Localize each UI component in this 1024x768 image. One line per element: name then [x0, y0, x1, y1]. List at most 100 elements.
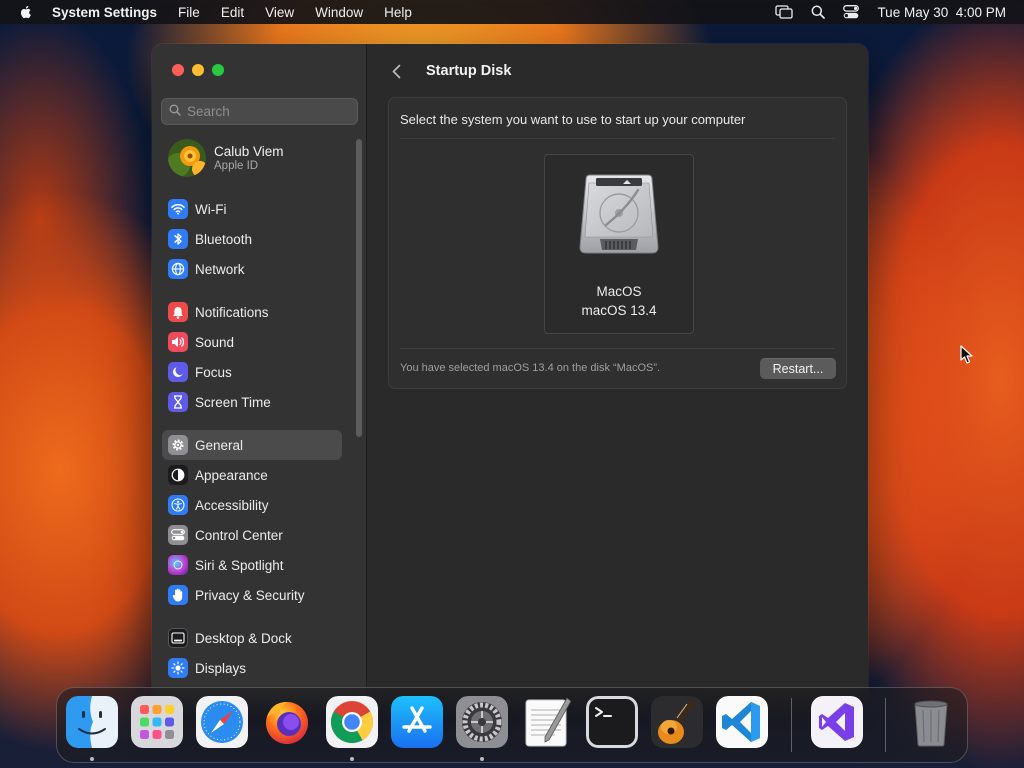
sidebar-item-notifications[interactable]: Notifications: [162, 297, 342, 327]
gear-icon: [168, 435, 188, 455]
dock-vscode-icon[interactable]: [716, 696, 768, 748]
content-pane: Startup Disk Select the system you want …: [368, 44, 868, 704]
menu-help[interactable]: Help: [384, 5, 412, 20]
hand-icon: [168, 585, 188, 605]
sidebar-scrollbar[interactable]: [356, 139, 362, 437]
sidebar-item-label: Appearance: [195, 467, 268, 483]
globe-icon: [168, 259, 188, 279]
back-chevron-icon[interactable]: [388, 61, 404, 81]
search-icon: [169, 103, 181, 121]
sidebar-item-label: Siri & Spotlight: [195, 557, 284, 573]
bell-icon: [168, 302, 188, 322]
moon-icon: [168, 362, 188, 382]
screen-mirroring-icon[interactable]: [775, 5, 794, 19]
disk-os-version: macOS 13.4: [581, 303, 657, 318]
hard-drive-icon: [576, 173, 662, 268]
sidebar-item-label: Displays: [195, 660, 247, 676]
sun-icon: [168, 658, 188, 678]
divider: [400, 138, 835, 139]
wifi-icon: [168, 199, 188, 219]
menu-view[interactable]: View: [265, 5, 294, 20]
sidebar-item-control-center[interactable]: Control Center: [162, 520, 342, 550]
hourglass-icon: [168, 392, 188, 412]
menu-bar: System Settings File Edit View Window He…: [0, 0, 1024, 24]
dock-terminal-icon[interactable]: [586, 696, 638, 748]
selection-status: You have selected macOS 13.4 on the disk…: [400, 362, 661, 374]
apple-id-account[interactable]: Calub Viem Apple ID: [168, 139, 284, 177]
startup-disk-option[interactable]: MacOS macOS 13.4: [544, 154, 694, 334]
avatar: [168, 139, 206, 177]
sidebar-item-label: Wi-Fi: [195, 201, 227, 217]
dock-firefox-icon[interactable]: [261, 696, 313, 748]
sidebar-item-network[interactable]: Network: [162, 254, 342, 284]
sidebar-item-general[interactable]: General: [162, 430, 342, 460]
accessibility-icon: [168, 495, 188, 515]
account-name: Calub Viem: [214, 144, 284, 159]
dock-trash-icon[interactable]: [905, 696, 957, 748]
sidebar-item-label: Network: [195, 261, 245, 277]
sidebar-item-sound[interactable]: Sound: [162, 327, 342, 357]
sidebar-item-siri-spotlight[interactable]: Siri & Spotlight: [162, 550, 342, 580]
disk-name: MacOS: [596, 284, 642, 299]
zoom-window-button[interactable]: [212, 64, 224, 76]
restart-button[interactable]: Restart...: [760, 358, 836, 379]
menu-app-name[interactable]: System Settings: [52, 5, 157, 20]
speaker-icon: [168, 332, 188, 352]
sidebar-item-label: Screen Time: [195, 394, 271, 410]
startup-disk-panel: Select the system you want to use to sta…: [388, 97, 847, 389]
window-controls: [172, 64, 224, 76]
spotlight-search-icon[interactable]: [811, 5, 826, 19]
dock: [56, 687, 968, 763]
panel-instruction: Select the system you want to use to sta…: [400, 112, 746, 127]
close-window-button[interactable]: [172, 64, 184, 76]
search-input[interactable]: [187, 104, 347, 119]
sidebar-item-label: Desktop & Dock: [195, 630, 292, 646]
siri-icon: [168, 555, 188, 575]
apple-icon[interactable]: [18, 4, 34, 20]
appearance-icon: [168, 465, 188, 485]
dock-textedit-icon[interactable]: [521, 696, 573, 748]
menu-edit[interactable]: Edit: [221, 5, 244, 20]
sidebar-item-focus[interactable]: Focus: [162, 357, 342, 387]
dock-separator: [885, 698, 886, 752]
dock-safari-icon[interactable]: [196, 696, 248, 748]
divider: [400, 348, 835, 349]
dock-icon: [168, 628, 188, 648]
sidebar-item-label: Focus: [195, 364, 232, 380]
dock-app-store-icon[interactable]: [391, 696, 443, 748]
sidebar-item-accessibility[interactable]: Accessibility: [162, 490, 342, 520]
minimize-window-button[interactable]: [192, 64, 204, 76]
dock-launchpad-icon[interactable]: [131, 696, 183, 748]
dock-separator: [791, 698, 792, 752]
sidebar-item-label: General: [195, 437, 244, 453]
sidebar-item-appearance[interactable]: Appearance: [162, 460, 342, 490]
bluetooth-icon: [168, 229, 188, 249]
sidebar-item-label: Accessibility: [195, 497, 269, 513]
sidebar-item-wifi[interactable]: Wi-Fi: [162, 194, 342, 224]
menu-file[interactable]: File: [178, 5, 200, 20]
menu-window[interactable]: Window: [315, 5, 363, 20]
mouse-cursor-icon: [960, 345, 974, 370]
sidebar-item-screen-time[interactable]: Screen Time: [162, 387, 342, 417]
sidebar-item-displays[interactable]: Displays: [162, 653, 342, 683]
account-subtitle: Apple ID: [214, 160, 259, 172]
sidebar-item-bluetooth[interactable]: Bluetooth: [162, 224, 342, 254]
dock-system-settings-icon[interactable]: [456, 696, 508, 748]
sidebar-item-label: Privacy & Security: [195, 587, 305, 603]
control-center-icon[interactable]: [843, 5, 860, 19]
dock-visual-studio-icon[interactable]: [811, 696, 863, 748]
dock-chrome-icon[interactable]: [326, 696, 378, 748]
dock-finder-icon[interactable]: [66, 696, 118, 748]
sidebar-item-label: Sound: [195, 334, 235, 350]
sidebar-item-label: Notifications: [195, 304, 269, 320]
sidebar-search[interactable]: [161, 98, 358, 125]
content-header: Startup Disk: [388, 61, 511, 81]
menu-clock[interactable]: Tue May 30 4:00 PM: [877, 5, 1006, 20]
running-indicator: [350, 757, 354, 761]
system-settings-window: Calub Viem Apple ID Wi-Fi Bluetooth Netw…: [152, 44, 868, 704]
running-indicator: [90, 757, 94, 761]
sidebar-item-privacy-security[interactable]: Privacy & Security: [162, 580, 342, 610]
sidebar-item-desktop-dock[interactable]: Desktop & Dock: [162, 623, 342, 653]
sidebar-item-label: Control Center: [195, 527, 283, 543]
dock-garageband-icon[interactable]: [651, 696, 703, 748]
